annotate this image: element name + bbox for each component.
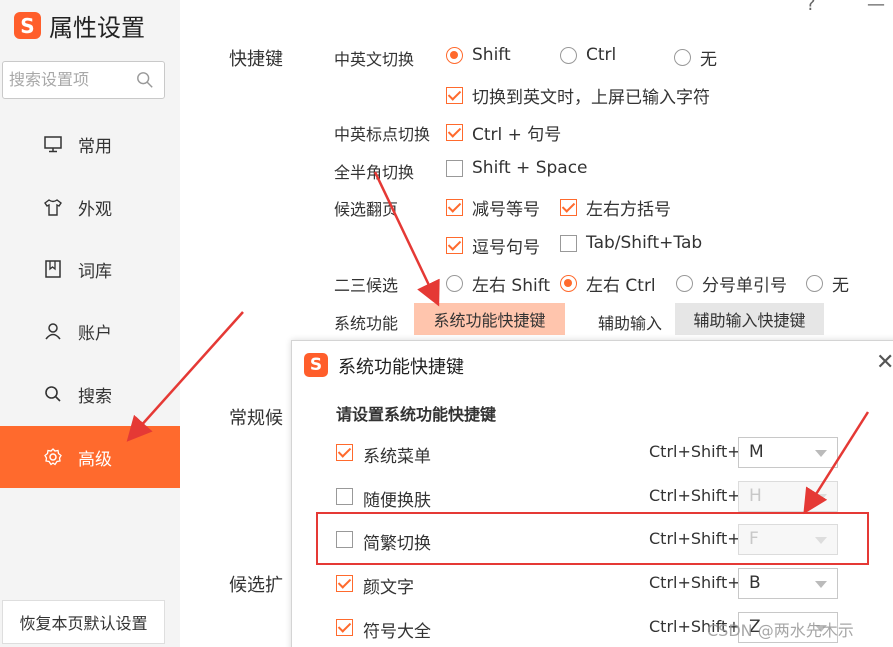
page-comma-period-checkbox[interactable]: 逗号句号	[446, 233, 540, 258]
sogou-logo-icon: S	[304, 353, 328, 377]
shortcut-name: 系统菜单	[363, 447, 431, 467]
system-shortcut-dialog: S 系统功能快捷键 ✕ 请设置系统功能快捷键 系统菜单 Ctrl+Shift+ …	[291, 340, 893, 647]
cn-en-radio-none[interactable]: 无	[674, 45, 717, 70]
sidebar-item-label: 外观	[78, 199, 112, 220]
checkbox[interactable]	[560, 199, 577, 216]
sidebar-item-label: 账户	[78, 323, 112, 344]
shortcut-modifier: Ctrl+Shift+	[649, 573, 741, 592]
search-box[interactable]	[2, 61, 165, 99]
shortcut-modifier: Ctrl+Shift+	[649, 442, 741, 461]
radio-button[interactable]	[446, 275, 463, 292]
dialog-subtitle: 请设置系统功能快捷键	[336, 405, 497, 424]
sidebar-item-label: 常用	[78, 136, 112, 157]
aux-input-label: 辅助输入	[598, 314, 663, 333]
candidate-page-label: 候选翻页	[334, 200, 399, 219]
page-minus-equal-checkbox[interactable]: 减号等号	[446, 195, 540, 220]
second-third-label: 二三候选	[334, 276, 399, 295]
section-title-general: 常规候	[229, 408, 283, 429]
checkbox[interactable]	[446, 124, 463, 141]
shortcut-row-skin: 随便换肤 Ctrl+Shift+ H	[336, 481, 856, 513]
radio-button[interactable]	[560, 46, 577, 64]
monitor-icon	[42, 133, 64, 155]
app-title: 属性设置	[49, 14, 145, 42]
search-input[interactable]	[9, 70, 129, 89]
second-third-radio-none[interactable]: 无	[806, 271, 849, 296]
shortcut-name: 颜文字	[363, 578, 414, 598]
page-brackets-checkbox[interactable]: 左右方括号	[560, 195, 671, 220]
gear-icon	[42, 446, 64, 468]
minimize-button[interactable]: —	[867, 0, 885, 15]
cn-en-radio-shift[interactable]: Shift	[446, 45, 511, 65]
sidebar-item-label: 词库	[78, 261, 112, 282]
cn-en-radio-ctrl[interactable]: Ctrl	[560, 45, 616, 65]
cn-en-switch-label: 中英文切换	[334, 50, 415, 69]
second-third-radio-shift[interactable]: 左右 Shift	[446, 271, 550, 296]
system-func-label: 系统功能	[334, 314, 399, 333]
shortcut-row-emoticon: 颜文字 Ctrl+Shift+ B	[336, 568, 856, 600]
sidebar-item-advanced[interactable]: 高级	[0, 426, 180, 488]
section-title-candidate-ext: 候选扩	[229, 575, 283, 596]
checkbox[interactable]	[336, 575, 353, 592]
book-icon	[42, 258, 64, 280]
dialog-title: 系统功能快捷键	[338, 357, 464, 378]
sidebar-item-dictionary[interactable]: 词库	[0, 238, 180, 300]
checkbox[interactable]	[446, 237, 463, 254]
shortcut-name: 符号大全	[363, 622, 431, 642]
radio-button[interactable]	[560, 275, 577, 292]
section-title-shortcuts: 快捷键	[229, 49, 283, 70]
sidebar-item-label: 高级	[78, 449, 112, 470]
checkbox[interactable]	[446, 199, 463, 216]
restore-defaults-button[interactable]: 恢复本页默认设置	[2, 600, 165, 644]
app-header: S 属性设置	[14, 8, 145, 43]
sidebar-item-search[interactable]: 搜索	[0, 363, 180, 425]
checkbox[interactable]	[336, 488, 353, 505]
search-icon	[42, 383, 64, 405]
radio-button[interactable]	[446, 46, 463, 64]
aux-input-shortcut-button[interactable]: 辅助输入快捷键	[675, 303, 824, 335]
chevron-down-icon	[815, 581, 827, 588]
shortcut-key-select: H	[738, 481, 838, 512]
chevron-down-icon	[815, 450, 827, 457]
page-tab-checkbox[interactable]: Tab/Shift+Tab	[560, 233, 702, 253]
sogou-logo-icon: S	[14, 12, 41, 39]
watermark: CSDN @两水先木示	[707, 621, 854, 640]
commit-input-checkbox[interactable]: 切换到英文时，上屏已输入字符	[446, 83, 710, 108]
second-third-radio-semicolon[interactable]: 分号单引号	[676, 271, 787, 296]
sidebar-item-common[interactable]: 常用	[0, 113, 180, 175]
shortcut-name: 随便换肤	[363, 491, 431, 511]
shortcut-modifier: Ctrl+Shift+	[649, 486, 741, 505]
checkbox[interactable]	[560, 234, 577, 252]
punct-switch-checkbox[interactable]: Ctrl + 句号	[446, 120, 561, 145]
radio-button[interactable]	[676, 275, 693, 292]
punct-switch-label: 中英标点切换	[334, 125, 431, 144]
close-icon[interactable]: ✕	[876, 350, 893, 375]
checkbox[interactable]	[446, 87, 463, 104]
chevron-down-icon	[815, 494, 827, 501]
sidebar: S 属性设置 常用 外观 词库 账户 搜索	[0, 0, 180, 647]
radio-button[interactable]	[806, 275, 823, 292]
sidebar-item-appearance[interactable]: 外观	[0, 176, 180, 238]
fullhalf-switch-label: 全半角切换	[334, 163, 415, 182]
shortcut-key-select[interactable]: B	[738, 568, 838, 599]
shortcut-key-select[interactable]: M	[738, 437, 838, 468]
second-third-radio-ctrl[interactable]: 左右 Ctrl	[560, 271, 656, 296]
checkbox[interactable]	[336, 444, 353, 461]
sidebar-item-account[interactable]: 账户	[0, 300, 180, 362]
search-icon[interactable]	[136, 71, 154, 89]
radio-button[interactable]	[674, 49, 691, 66]
shirt-icon	[42, 196, 64, 218]
system-shortcut-button[interactable]: 系统功能快捷键	[414, 303, 565, 335]
shortcut-row-system-menu: 系统菜单 Ctrl+Shift+ M	[336, 437, 856, 469]
help-icon[interactable]: ?	[806, 0, 816, 15]
checkbox[interactable]	[446, 159, 463, 177]
fullhalf-switch-checkbox[interactable]: Shift + Space	[446, 158, 588, 178]
user-icon	[42, 320, 64, 342]
annotation-highlight-box	[316, 512, 869, 565]
checkbox[interactable]	[336, 619, 353, 636]
sidebar-item-label: 搜索	[78, 386, 112, 407]
